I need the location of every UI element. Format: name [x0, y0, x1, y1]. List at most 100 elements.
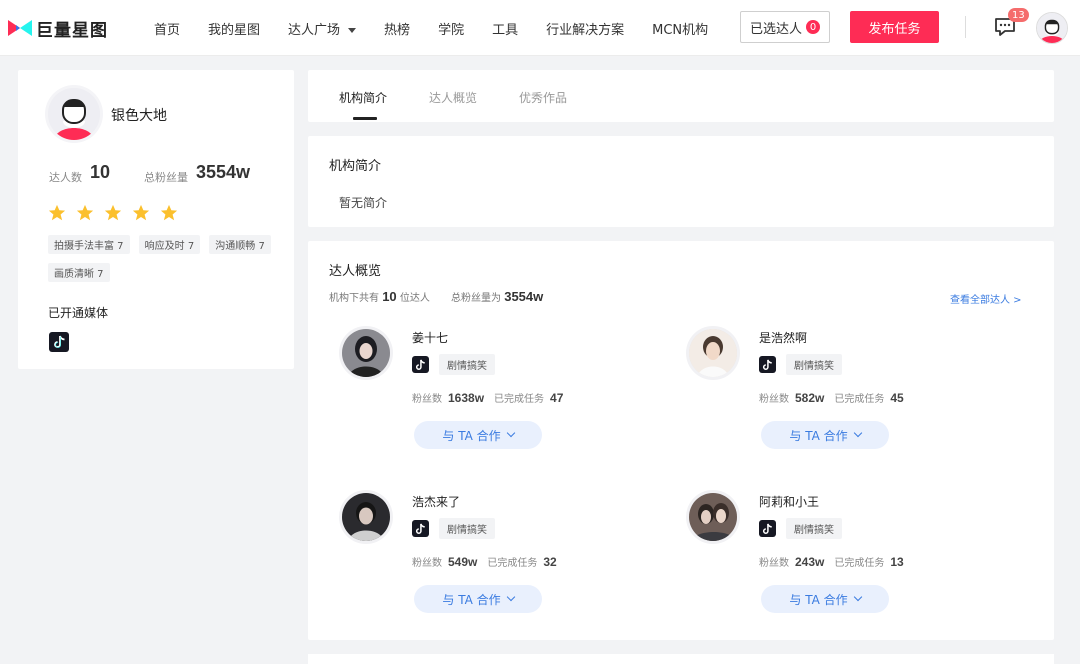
fans-value: 582w [795, 391, 825, 405]
org-tag: 沟通顺畅 7 [209, 235, 271, 254]
tasks-label: 已完成任务 [487, 558, 538, 569]
org-intro-section: 机构简介 暂无简介 [308, 136, 1054, 227]
kol-stats: 粉丝数 243w 已完成任务 13 [759, 554, 914, 569]
nav-solutions[interactable]: 行业解决方案 [546, 19, 624, 38]
org-profile-card: 银色大地 达人数 10 总粉丝量 3554w 拍摄手法丰富 7 响应及时 7 沟… [18, 70, 294, 369]
kol-card: 浩杰来了 剧情搞笑 粉丝数 549w 已完成任务 32 与 TA 合作 [342, 493, 662, 623]
user-avatar[interactable] [1036, 12, 1068, 44]
chevron-down-icon [506, 592, 515, 602]
tab-kol-overview[interactable]: 达人概览 [429, 89, 477, 106]
kol-count-value: 10 [90, 162, 111, 182]
kol-category-tag: 剧情搞笑 [786, 518, 842, 539]
logo-icon [8, 20, 32, 36]
summary-mid: 位达人 [399, 293, 430, 304]
fans-label: 粉丝数 [412, 394, 442, 405]
kol-overview-section: 达人概览 机构下共有 10 位达人 总粉丝量为 3554w 查看全部达人 > 姜… [308, 241, 1054, 640]
cooperate-button[interactable]: 与 TA 合作 [761, 585, 889, 613]
org-avatar-icon [48, 88, 100, 140]
chevron-down-icon [853, 592, 862, 602]
selected-count-badge: 0 [806, 20, 820, 34]
kol-card: 姜十七 剧情搞笑 粉丝数 1638w 已完成任务 47 与 TA 合作 [342, 329, 662, 459]
fans-label: 粉丝数 [412, 558, 442, 569]
overview-summary: 机构下共有 10 位达人 总粉丝量为 3554w [329, 289, 543, 304]
summary-prefix: 机构下共有 [329, 293, 379, 304]
kol-stats: 粉丝数 549w 已完成任务 32 [412, 554, 567, 569]
kol-category-tag: 剧情搞笑 [786, 354, 842, 375]
main-nav: 首页 我的星图 达人广场 热榜 学院 工具 行业解决方案 MCN机构 [154, 0, 736, 56]
nav-kol-square-label: 达人广场 [288, 22, 341, 38]
kol-name[interactable]: 阿莉和小王 [759, 493, 819, 510]
cooperate-button[interactable]: 与 TA 合作 [414, 585, 542, 613]
tab-org-intro[interactable]: 机构简介 [339, 89, 387, 106]
nav-academy[interactable]: 学院 [438, 19, 464, 38]
kol-avatar[interactable] [689, 329, 737, 377]
kol-avatar[interactable] [342, 493, 390, 541]
kol-avatar[interactable] [342, 329, 390, 377]
tasks-label: 已完成任务 [834, 558, 885, 569]
fans-label: 粉丝数 [759, 394, 789, 405]
star-icon [48, 204, 66, 221]
summary-fans-label: 总粉丝量为 [451, 293, 502, 304]
message-count-badge: 13 [1008, 8, 1029, 22]
douyin-icon[interactable] [49, 332, 69, 352]
nav-tools[interactable]: 工具 [492, 19, 518, 38]
divider [965, 16, 966, 38]
star-icon [76, 204, 94, 221]
org-tags: 拍摄手法丰富 7 响应及时 7 沟通顺畅 7 画质清晰 7 [48, 234, 278, 290]
kol-count-label: 达人数 [49, 171, 82, 184]
douyin-icon [759, 520, 776, 537]
cooperate-button[interactable]: 与 TA 合作 [414, 421, 542, 449]
view-all-kols-link[interactable]: 查看全部达人 > [950, 291, 1022, 306]
top-navbar: 巨量星图 首页 我的星图 达人广场 热榜 学院 工具 行业解决方案 MCN机构 … [0, 0, 1080, 56]
active-tab-indicator [353, 117, 377, 120]
chevron-down-icon [506, 428, 515, 438]
tasks-label: 已完成任务 [834, 394, 885, 405]
org-tag: 响应及时 7 [138, 235, 201, 254]
tasks-label: 已完成任务 [494, 394, 545, 405]
kol-category-tag: 剧情搞笑 [439, 518, 495, 539]
fans-value: 243w [795, 555, 825, 569]
chevron-down-icon [853, 428, 862, 438]
kol-name[interactable]: 浩杰来了 [412, 493, 460, 510]
logo-text: 巨量星图 [36, 20, 108, 41]
nav-mcn[interactable]: MCN机构 [652, 19, 708, 38]
nav-home[interactable]: 首页 [154, 19, 180, 38]
total-fans-label: 总粉丝量 [144, 171, 188, 184]
fans-value: 1638w [448, 391, 485, 405]
selected-kols-label: 已选达人 [749, 21, 802, 37]
intro-title: 机构简介 [329, 159, 382, 174]
tab-best-works[interactable]: 优秀作品 [519, 89, 567, 106]
org-tag: 画质清晰 7 [48, 263, 110, 282]
nav-kol-square[interactable]: 达人广场 [288, 19, 357, 38]
tasks-value: 13 [890, 555, 904, 569]
selected-kols-button[interactable]: 已选达人 0 [740, 11, 830, 43]
tabs-card: 机构简介 达人概览 优秀作品 [308, 70, 1054, 122]
cooperate-label: 与 TA 合作 [789, 592, 848, 607]
cooperate-label: 与 TA 合作 [442, 428, 501, 443]
publish-task-button[interactable]: 发布任务 [850, 11, 939, 43]
cooperate-label: 与 TA 合作 [789, 428, 848, 443]
cooperate-button[interactable]: 与 TA 合作 [761, 421, 889, 449]
org-tag: 拍摄手法丰富 7 [48, 235, 130, 254]
kol-avatar[interactable] [689, 493, 737, 541]
cooperate-label: 与 TA 合作 [442, 592, 501, 607]
kol-name[interactable]: 姜十七 [412, 329, 448, 346]
star-icon [132, 204, 150, 221]
nav-hot-list[interactable]: 热榜 [384, 19, 410, 38]
next-section-card [308, 654, 1054, 664]
rating-stars [48, 204, 188, 222]
logo[interactable]: 巨量星图 [8, 15, 108, 41]
overview-title: 达人概览 [329, 264, 382, 279]
kol-stats: 粉丝数 582w 已完成任务 45 [759, 390, 914, 405]
fans-label: 粉丝数 [759, 558, 789, 569]
tasks-value: 45 [890, 391, 904, 405]
nav-my-star[interactable]: 我的星图 [208, 19, 260, 38]
total-fans-value: 3554w [196, 162, 251, 182]
kol-name[interactable]: 是浩然啊 [759, 329, 807, 346]
star-icon [104, 204, 122, 221]
douyin-icon [759, 356, 776, 373]
star-icon [160, 204, 178, 221]
org-avatar [48, 88, 100, 140]
fans-value: 549w [448, 555, 478, 569]
douyin-icon [412, 356, 429, 373]
